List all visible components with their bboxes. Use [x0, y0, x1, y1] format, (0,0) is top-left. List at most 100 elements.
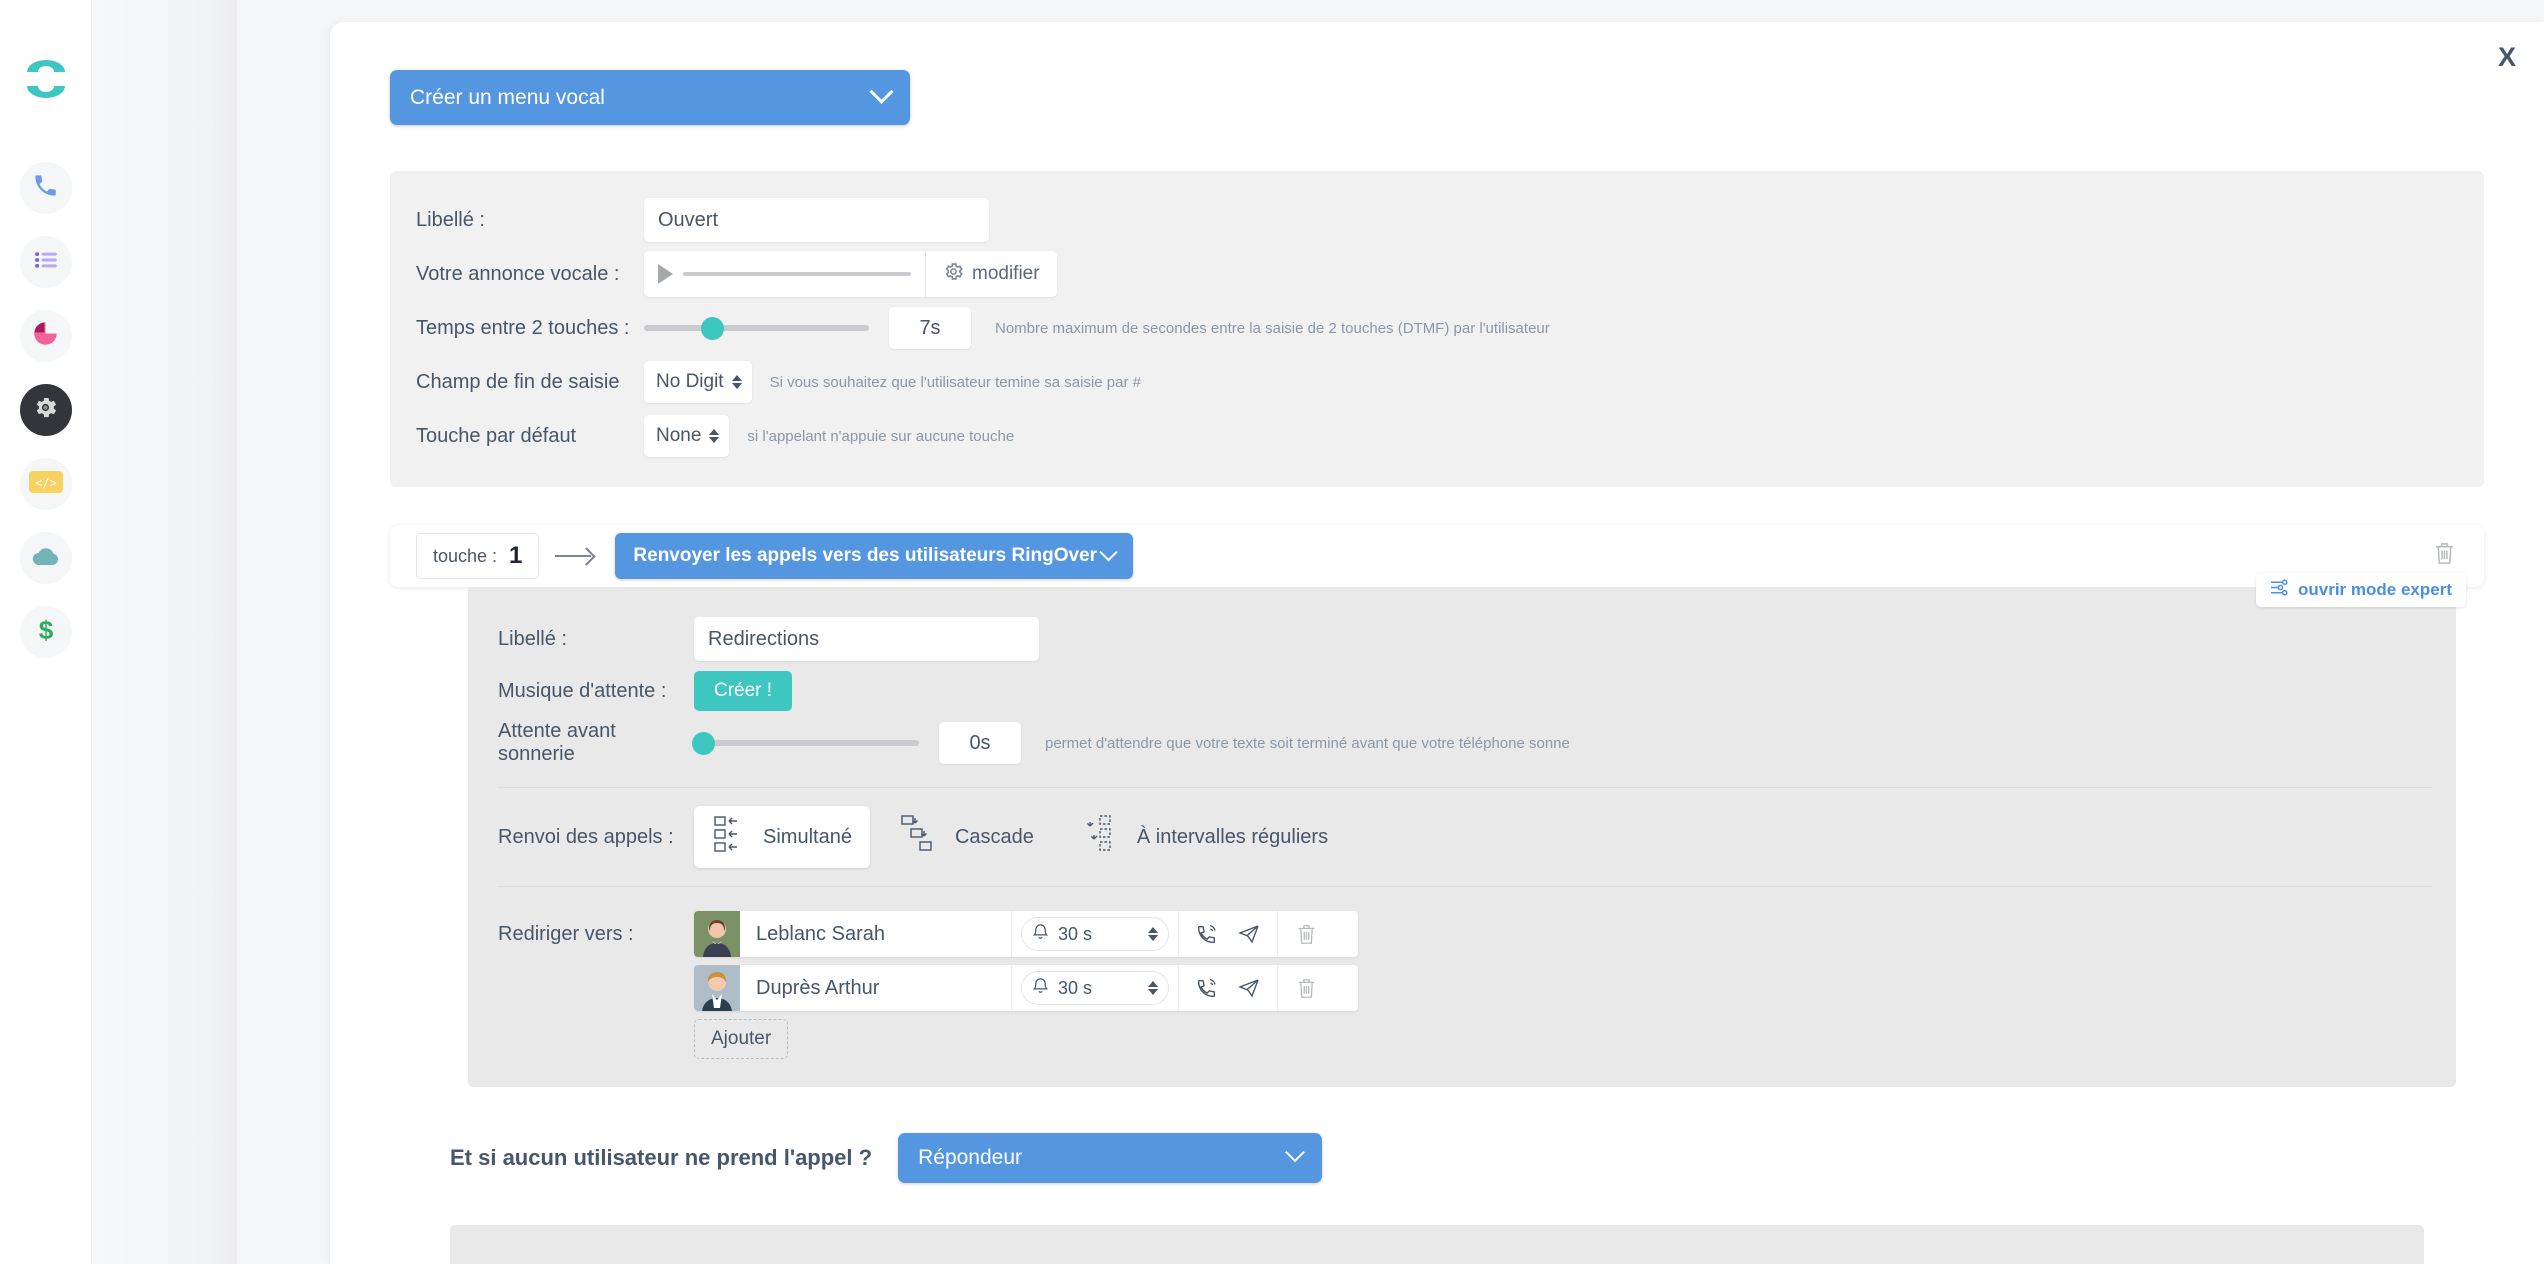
ring-delay-slider[interactable] — [692, 731, 919, 755]
paper-plane-icon[interactable] — [1237, 922, 1261, 946]
divider — [498, 787, 2432, 788]
sidebar-item-developer[interactable]: </> — [19, 458, 72, 510]
bell-icon — [1032, 923, 1049, 946]
play-icon[interactable] — [658, 264, 673, 284]
create-voice-menu-select[interactable]: Créer un menu vocal — [390, 70, 910, 125]
avatar — [694, 911, 740, 957]
delete-key-rule-button[interactable] — [2433, 541, 2456, 571]
forwarding-option-label: Simultané — [763, 825, 852, 848]
table-row: Duprès Arthur 30 s — [694, 965, 1358, 1011]
slider-handle[interactable] — [700, 316, 724, 340]
redirect-user-list: Leblanc Sarah 30 s Duprès Arthur 30 s Aj… — [694, 911, 1358, 1059]
sidebar-item-settings[interactable] — [19, 384, 72, 436]
user-name: Leblanc Sarah — [756, 922, 885, 945]
redirect-row: Rediriger vers : Leblanc Sarah 30 s Dupr… — [468, 905, 2456, 1059]
default-key-select[interactable]: None — [644, 415, 730, 457]
hold-music-label: Musique d'attente : — [498, 679, 667, 702]
modify-announcement-button[interactable]: modifier — [926, 251, 1057, 297]
default-key-hint: si l'appelant n'appuie sur aucune touche — [747, 427, 1015, 445]
pie-chart-icon — [32, 320, 59, 352]
dollar-icon: $ — [34, 615, 58, 649]
app-root: </> $ X Créer un menu vocal Libellé: Ou… — [0, 0, 2544, 1264]
modify-label: modifier — [972, 263, 1040, 284]
list-icon — [33, 247, 59, 278]
key-interval-row: Temps entre 2 touches : 7s Nombre maximu… — [390, 301, 2484, 355]
default-key-row: Touche par défaut None si l'appelant n'a… — [390, 409, 2484, 463]
sliders-icon — [2270, 579, 2289, 601]
voice-menu-modal: X Créer un menu vocal Libellé : Votre an… — [330, 22, 2544, 1264]
phone-ring-icon[interactable] — [1195, 976, 1219, 1000]
ring-time-value: 30 s — [1058, 923, 1093, 944]
inner-label-input[interactable] — [694, 617, 1039, 661]
intervals-icon — [1084, 814, 1124, 860]
touche-input-box[interactable]: touche : 1 — [416, 533, 540, 579]
end-field-value: No Digit — [656, 371, 724, 392]
forwarding-option-simultaneous[interactable]: Simultané — [694, 806, 870, 868]
paper-plane-icon[interactable] — [1237, 976, 1261, 1000]
arrow-right-icon — [555, 546, 599, 566]
svg-text:</>: </> — [35, 476, 57, 490]
user-delete-cell — [1278, 965, 1335, 1011]
label-field-row: Libellé : — [390, 193, 2484, 247]
expert-mode-label: ouvrir mode expert — [2298, 580, 2452, 599]
add-user-button[interactable]: Ajouter — [694, 1019, 789, 1059]
forwarding-label: Renvoi des appels : — [498, 825, 674, 848]
trash-icon[interactable] — [1296, 923, 1317, 946]
ring-time-cell: 30 s — [1012, 965, 1179, 1011]
key-interval-hint: Nombre maximum de secondes entre la sais… — [995, 319, 1550, 337]
key-interval-label: Temps entre 2 touches : — [416, 316, 630, 339]
sidebar-item-call-log[interactable] — [19, 236, 72, 288]
ring-time-select[interactable]: 30 s — [1021, 971, 1169, 1005]
create-voice-menu-label: Créer un menu vocal — [410, 85, 605, 109]
user-actions-cell — [1179, 965, 1278, 1011]
chevron-down-icon — [1285, 1142, 1305, 1163]
phone-ring-icon[interactable] — [1195, 922, 1219, 946]
user-name-cell[interactable]: Leblanc Sarah — [694, 911, 1012, 957]
fallback-row: Et si aucun utilisateur ne prend l'appel… — [390, 1133, 2484, 1183]
stepper-icon — [709, 429, 720, 443]
key-interval-slider[interactable] — [644, 316, 869, 340]
end-field-select[interactable]: No Digit — [644, 361, 752, 403]
audio-progress-bar[interactable] — [683, 272, 911, 276]
forwarding-option-cascade[interactable]: Cascade — [882, 806, 1052, 868]
simultaneous-icon — [712, 814, 750, 860]
slider-handle[interactable] — [692, 731, 715, 755]
forwarding-option-label: À intervalles réguliers — [1136, 825, 1329, 848]
table-row: Leblanc Sarah 30 s — [694, 911, 1358, 957]
bell-icon — [1032, 977, 1049, 1000]
ring-time-value: 30 s — [1058, 977, 1093, 998]
key-action-select[interactable]: Renvoyer les appels vers des utilisateur… — [615, 533, 1134, 579]
open-expert-mode-button[interactable]: ouvrir mode expert — [2256, 573, 2466, 607]
trash-icon[interactable] — [1296, 977, 1317, 1000]
user-name: Duprès Arthur — [756, 976, 880, 999]
create-hold-music-button[interactable]: Créer ! — [694, 671, 793, 711]
key-rule-row: touche : 1 Renvoyer les appels vers des … — [390, 525, 2484, 587]
close-icon[interactable]: X — [2498, 44, 2516, 71]
ring-delay-value[interactable]: 0s — [939, 722, 1021, 764]
svg-text:$: $ — [38, 616, 53, 644]
ring-delay-label: Attente avant sonnerie — [498, 720, 616, 765]
cloud-icon — [32, 545, 60, 572]
redirection-panel: ouvrir mode expert Libellé : Musique d'a… — [468, 573, 2466, 1087]
label-input[interactable] — [644, 198, 989, 242]
end-field-row: Champ de fin de saisie No Digit Si vous … — [390, 355, 2484, 409]
hold-music-row: Musique d'attente : Créer ! — [468, 665, 2456, 717]
sidebar-item-phone[interactable] — [19, 162, 72, 214]
user-name-cell[interactable]: Duprès Arthur — [694, 965, 1012, 1011]
gear-icon — [943, 261, 964, 288]
stepper-icon — [1148, 927, 1158, 941]
ring-time-select[interactable]: 30 s — [1021, 917, 1169, 951]
inner-label-field-label: Libellé : — [498, 627, 567, 650]
sidebar-item-billing[interactable]: $ — [19, 606, 72, 658]
forwarding-option-intervals[interactable]: À intervalles réguliers — [1066, 806, 1346, 868]
sidebar-item-cloud[interactable] — [19, 532, 72, 584]
fallback-value: Répondeur — [918, 1146, 1023, 1169]
inner-label-row: Libellé : — [468, 613, 2456, 665]
sidebar-item-statistics[interactable] — [19, 310, 72, 362]
chevron-down-icon — [1099, 542, 1119, 561]
key-action-label: Renvoyer les appels vers des utilisateur… — [633, 545, 1097, 566]
default-key-label: Touche par défaut — [416, 424, 577, 447]
fallback-select[interactable]: Répondeur — [898, 1133, 1323, 1183]
touche-value: 1 — [509, 542, 523, 569]
key-interval-value[interactable]: 7s — [889, 307, 971, 349]
